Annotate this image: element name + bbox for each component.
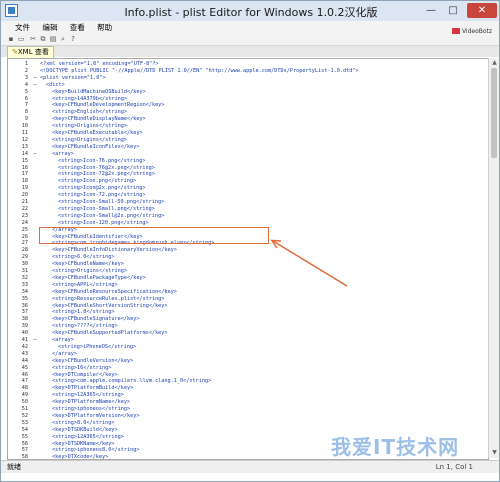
scroll-down-icon[interactable]: ▼ xyxy=(490,449,499,457)
status-bar: 就绪 Ln 1, Col 1 xyxy=(1,460,499,474)
scroll-up-icon[interactable]: ▲ xyxy=(490,59,499,67)
scroll-thumb[interactable] xyxy=(491,68,497,158)
app-window: Info.plist - plist Editor for Windows 1.… xyxy=(0,0,500,482)
annotation-arrow xyxy=(270,239,348,287)
vertical-scrollbar[interactable]: ▲ ▼ xyxy=(488,58,499,458)
bottom-strip xyxy=(1,473,499,481)
watermark-text: 我爱IT技术网 xyxy=(331,435,460,459)
